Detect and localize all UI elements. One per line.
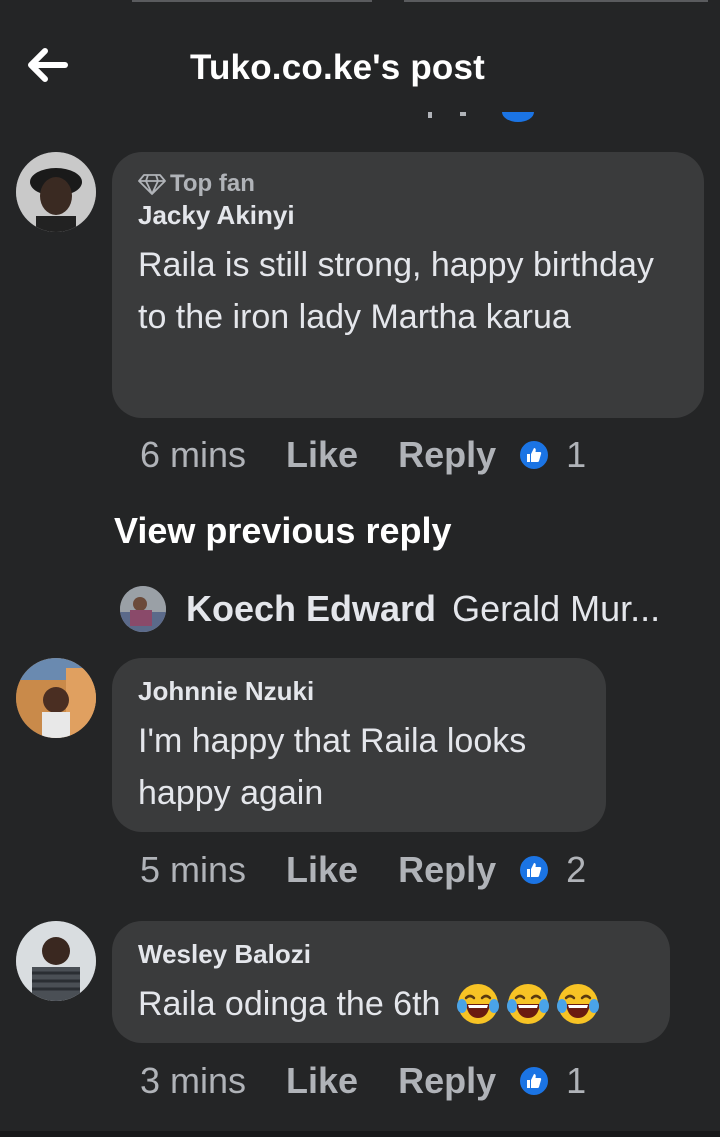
like-reaction-icon <box>518 1065 551 1097</box>
avatar[interactable] <box>16 921 96 1001</box>
like-button[interactable]: Like <box>286 849 358 891</box>
comment-time[interactable]: 5 mins <box>140 849 246 891</box>
comment-text: Raila odinga the 6th <box>138 978 644 1030</box>
comment-actions: 6 mins Like Reply 1 <box>140 434 586 476</box>
reply-author[interactable]: Koech Edward <box>186 588 436 630</box>
reaction-count[interactable]: 1 <box>566 434 586 476</box>
like-button[interactable]: Like <box>286 1060 358 1102</box>
comment-bubble[interactable]: Top fan Jacky Akinyi Raila is still stro… <box>112 152 704 418</box>
clipped-content-peek <box>420 112 540 126</box>
tab-indicator <box>404 0 708 2</box>
comment-bubble[interactable]: Johnnie Nzuki I'm happy that Raila looks… <box>112 658 606 832</box>
comment-time[interactable]: 3 mins <box>140 1060 246 1102</box>
reply-snippet: Gerald Mur... <box>452 588 661 629</box>
comment-author[interactable]: Johnnie Nzuki <box>138 676 580 707</box>
back-arrow-icon <box>28 48 68 82</box>
comment-actions: 3 mins Like Reply 1 <box>140 1060 586 1102</box>
avatar[interactable] <box>120 586 166 632</box>
view-previous-reply-link[interactable]: View previous reply <box>114 510 451 552</box>
avatar[interactable] <box>16 658 96 738</box>
laughing-tears-emoji-icon <box>557 984 600 1024</box>
back-button[interactable] <box>22 40 72 90</box>
reply-preview[interactable]: Koech Edward Gerald Mur... <box>120 585 660 633</box>
reply-button[interactable]: Reply <box>398 1060 496 1102</box>
like-reaction-icon <box>518 854 551 886</box>
comment-actions: 5 mins Like Reply 2 <box>140 849 586 891</box>
status-strip <box>0 0 720 20</box>
avatar[interactable] <box>16 152 96 232</box>
comment-author[interactable]: Wesley Balozi <box>138 939 644 970</box>
reply-button[interactable]: Reply <box>398 434 496 476</box>
app-header: Tuko.co.ke's post <box>0 20 720 112</box>
reaction-count[interactable]: 1 <box>566 1060 586 1102</box>
top-fan-badge: Top fan <box>138 170 678 198</box>
tab-indicator <box>132 0 372 2</box>
reaction-count[interactable]: 2 <box>566 849 586 891</box>
comment-text-content: Raila odinga the 6th <box>138 985 441 1023</box>
comment-text: Raila is still strong, happy birthday to… <box>138 246 654 336</box>
diamond-icon <box>138 174 166 195</box>
like-reaction-icon <box>518 439 551 471</box>
like-button[interactable]: Like <box>286 434 358 476</box>
badge-label: Top fan <box>170 170 255 197</box>
comment-text: I'm happy that Raila looks happy again <box>138 722 527 812</box>
reply-button[interactable]: Reply <box>398 849 496 891</box>
comment-time[interactable]: 6 mins <box>140 434 246 476</box>
comment-bubble[interactable]: Wesley Balozi Raila odinga the 6th <box>112 921 670 1043</box>
page-title: Tuko.co.ke's post <box>190 48 486 87</box>
bottom-divider <box>0 1131 720 1137</box>
laughing-tears-emoji-icon <box>457 984 500 1024</box>
laughing-tears-emoji-icon <box>507 984 550 1024</box>
comment-author[interactable]: Jacky Akinyi <box>138 200 678 231</box>
